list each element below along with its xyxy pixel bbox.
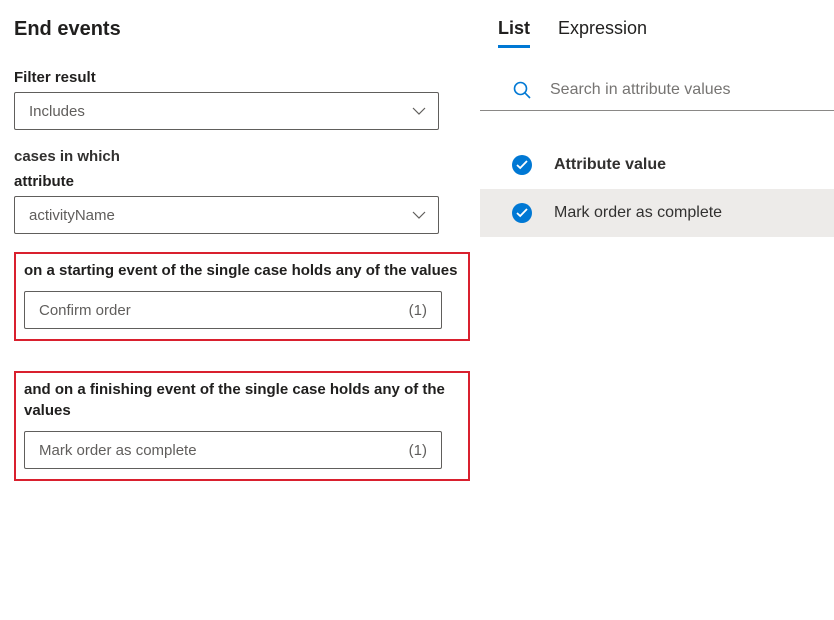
left-panel: End events Filter result Includes cases … (0, 0, 480, 620)
starting-event-box: on a starting event of the single case h… (14, 252, 470, 341)
attribute-value-item-text: Mark order as complete (554, 204, 722, 222)
search-icon (512, 80, 532, 100)
finishing-event-label: and on a finishing event of the single c… (24, 379, 460, 421)
attribute-label: attribute (14, 173, 470, 190)
starting-event-value: Confirm order (39, 302, 131, 319)
check-circle-icon[interactable] (512, 203, 532, 223)
finishing-event-box: and on a finishing event of the single c… (14, 371, 470, 481)
filter-result-label: Filter result (14, 69, 470, 86)
filter-result-dropdown[interactable]: Includes (14, 92, 439, 130)
right-panel: List Expression Attribute value Mark ord… (480, 0, 834, 620)
starting-event-value-box[interactable]: Confirm order (1) (24, 291, 442, 329)
attribute-group: attribute activityName (14, 173, 470, 234)
chevron-down-icon (412, 107, 426, 115)
filter-result-value: Includes (29, 103, 85, 120)
chevron-down-icon (412, 211, 426, 219)
search-input[interactable] (550, 81, 816, 99)
starting-event-label: on a starting event of the single case h… (24, 260, 460, 281)
finishing-event-value-box[interactable]: Mark order as complete (1) (24, 431, 442, 469)
starting-event-count: (1) (409, 302, 427, 319)
attribute-value: activityName (29, 207, 115, 224)
finishing-event-value: Mark order as complete (39, 442, 197, 459)
tab-list[interactable]: List (498, 18, 530, 48)
attribute-dropdown[interactable]: activityName (14, 196, 439, 234)
finishing-event-count: (1) (409, 442, 427, 459)
tabs: List Expression (480, 18, 834, 48)
check-circle-icon[interactable] (512, 155, 532, 175)
attribute-value-header[interactable]: Attribute value (480, 141, 834, 189)
cases-in-which-text: cases in which (14, 148, 470, 165)
tab-expression[interactable]: Expression (558, 18, 647, 48)
page-title: End events (14, 18, 470, 41)
attribute-value-header-text: Attribute value (554, 156, 666, 174)
attribute-value-item[interactable]: Mark order as complete (480, 189, 834, 237)
filter-result-group: Filter result Includes (14, 69, 470, 130)
search-row (480, 74, 834, 111)
